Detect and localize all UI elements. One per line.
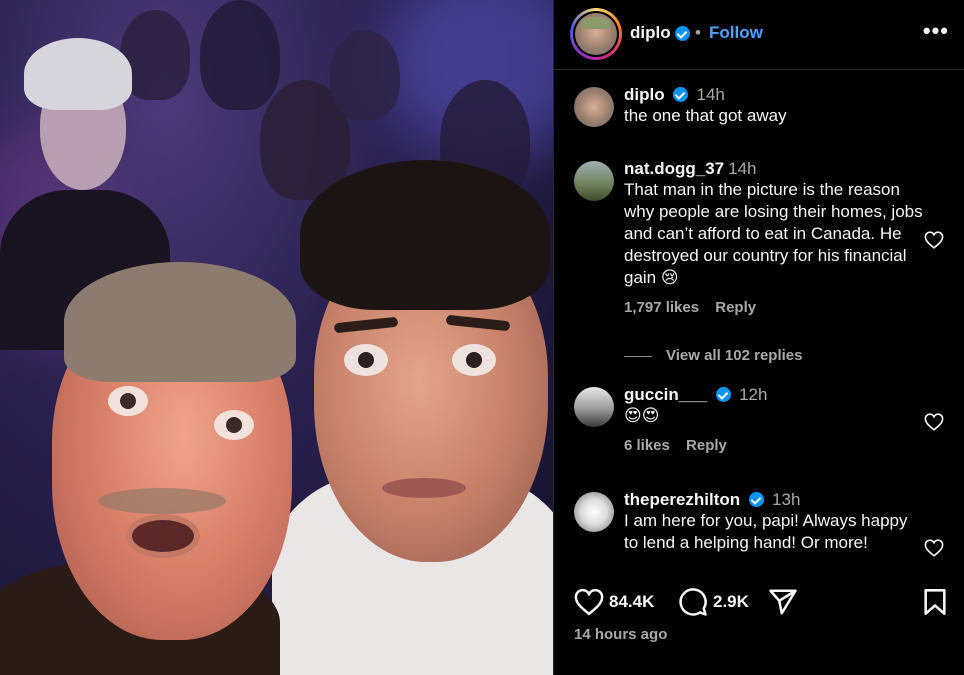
- left-person-eye: [214, 410, 254, 440]
- verified-icon: [673, 87, 689, 102]
- avatar[interactable]: [574, 161, 614, 201]
- heart-icon: [574, 588, 604, 616]
- crowd-figure: [330, 30, 400, 120]
- heart-icon[interactable]: [924, 539, 944, 557]
- verified-icon: [675, 26, 690, 41]
- background-person-hair: [24, 38, 132, 110]
- crowd-figure: [200, 0, 280, 110]
- comment-text: 😍😍: [624, 406, 660, 425]
- comment-username[interactable]: nat.dogg_37: [624, 159, 724, 178]
- like-count[interactable]: 84.4K: [609, 592, 654, 612]
- heart-icon[interactable]: [924, 231, 944, 249]
- view-replies-label: View all 102 replies: [666, 347, 803, 364]
- author-avatar-image: [575, 13, 617, 55]
- follow-button[interactable]: Follow: [709, 23, 763, 43]
- right-person-eye: [452, 344, 496, 376]
- avatar[interactable]: [574, 87, 614, 127]
- post-header: diplo • Follow •••: [554, 0, 964, 70]
- reply-button[interactable]: Reply: [686, 437, 727, 454]
- author-username[interactable]: diplo: [630, 23, 671, 43]
- comment-likes[interactable]: 6 likes: [624, 437, 670, 454]
- comment-icon: [679, 588, 707, 616]
- post-side-panel: diplo • Follow ••• diplo 14h the one tha…: [553, 0, 964, 675]
- comments-list[interactable]: diplo 14h the one that got away nat.dogg…: [554, 71, 964, 568]
- save-icon: [924, 589, 946, 615]
- heart-icon[interactable]: [924, 413, 944, 431]
- comment-time[interactable]: 12h: [739, 385, 767, 404]
- more-icon[interactable]: •••: [923, 18, 949, 44]
- avatar[interactable]: [574, 387, 614, 427]
- comment-time[interactable]: 14h: [728, 159, 756, 178]
- comment-username[interactable]: diplo: [624, 85, 665, 104]
- verified-icon: [748, 492, 764, 507]
- post-photo[interactable]: [0, 0, 553, 675]
- divider: [624, 355, 652, 357]
- save-button[interactable]: [922, 588, 948, 616]
- comment-username[interactable]: theperezhilton: [624, 490, 740, 509]
- comment-text: That man in the picture is the reason wh…: [624, 180, 923, 287]
- header-separator: •: [695, 23, 701, 42]
- comment-text: I am here for you, papi! Always happy to…: [624, 511, 908, 552]
- post-actions: 84.4K 2.9K 14 hours ago: [554, 568, 964, 675]
- right-person-eye: [344, 344, 388, 376]
- reply-button[interactable]: Reply: [715, 299, 756, 316]
- post-timestamp[interactable]: 14 hours ago: [574, 626, 667, 643]
- author-avatar[interactable]: [570, 8, 622, 60]
- left-person-hair: [64, 262, 296, 382]
- right-person-mouth: [382, 478, 466, 498]
- share-icon: [769, 589, 797, 615]
- left-person-eye: [108, 386, 148, 416]
- view-replies-button[interactable]: View all 102 replies: [624, 347, 802, 364]
- comment-username[interactable]: guccin___: [624, 385, 707, 404]
- verified-icon: [715, 387, 731, 402]
- comment-button[interactable]: 2.9K: [678, 588, 749, 616]
- comment-likes[interactable]: 1,797 likes: [624, 299, 699, 316]
- left-person-moustache: [98, 488, 226, 514]
- right-person-hair: [300, 160, 550, 310]
- comment-time[interactable]: 13h: [772, 490, 800, 509]
- comment-time[interactable]: 14h: [697, 85, 725, 104]
- comment-text: the one that got away: [624, 106, 787, 125]
- share-button[interactable]: [768, 588, 798, 616]
- like-button[interactable]: 84.4K: [574, 588, 654, 616]
- comment-count[interactable]: 2.9K: [713, 592, 749, 612]
- left-person-mouth: [126, 514, 200, 558]
- avatar[interactable]: [574, 492, 614, 532]
